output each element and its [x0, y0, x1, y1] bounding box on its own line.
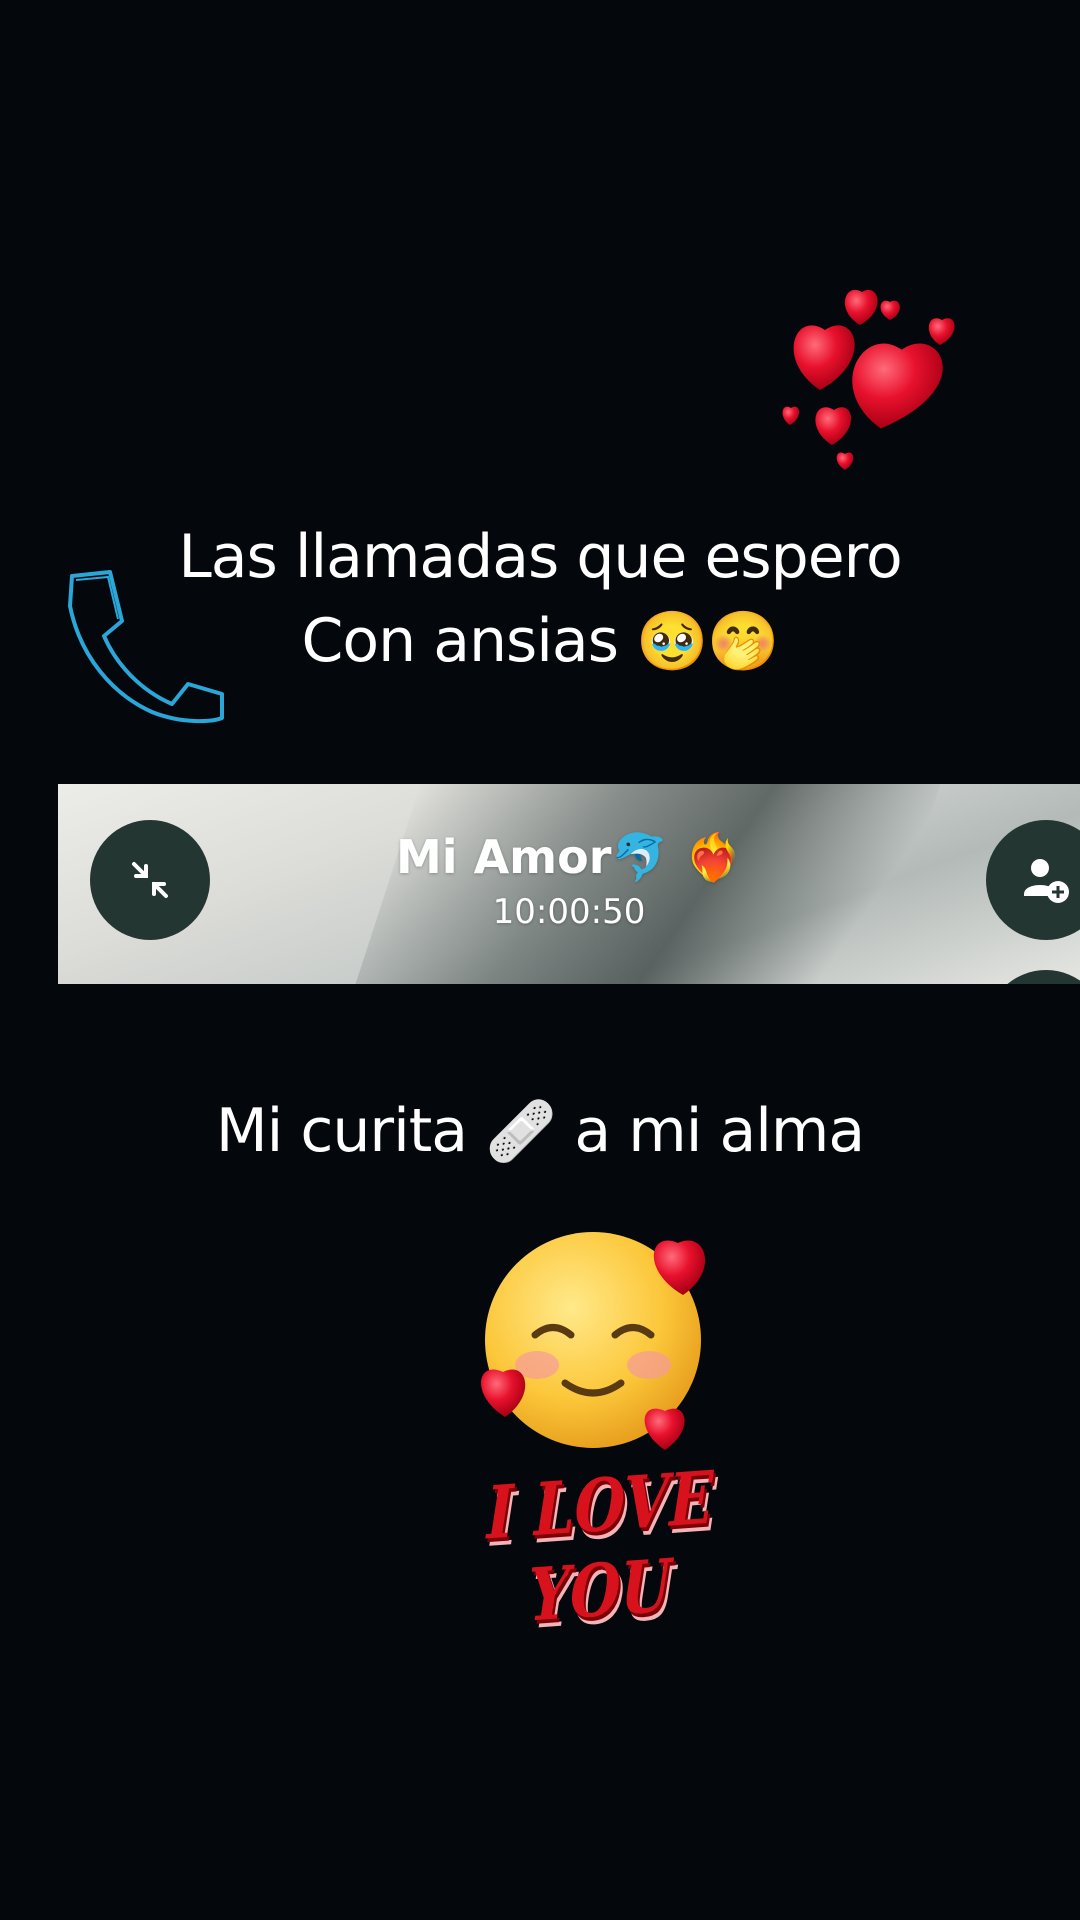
- name-emojis: 🐬 ❤️‍🔥: [611, 830, 742, 884]
- contact-name: Mi Amor🐬 ❤️‍🔥: [58, 830, 1080, 885]
- contact-name-text: Mi Amor: [396, 830, 612, 884]
- bandage-emoji: 🩹: [485, 1097, 557, 1165]
- caption-text: Las llamadas que espero: [178, 522, 902, 592]
- call-banner[interactable]: Mi Amor🐬 ❤️‍🔥 10:00:50: [58, 784, 1080, 984]
- caption-text: a mi alma: [574, 1096, 865, 1166]
- caption-text: Con ansias: [301, 606, 619, 676]
- emoji-pair: 🥹🤭: [636, 607, 779, 675]
- love-text: I LOVE YOU: [486, 1455, 714, 1638]
- caption-middle: Mi curita 🩹 a mi alma: [0, 1096, 1080, 1166]
- heart-icon: [852, 343, 943, 429]
- smiling-face-hearts-icon: [481, 1232, 706, 1450]
- hearts-sticker: [782, 289, 955, 470]
- more-button[interactable]: [986, 970, 1080, 984]
- caption-line-2: Con ansias 🥹🤭: [0, 606, 1080, 676]
- caption-line-1: Las llamadas que espero: [0, 522, 1080, 592]
- add-person-icon: [1024, 859, 1069, 903]
- caption-text: Mi curita: [215, 1096, 468, 1166]
- call-timer: 10:00:50: [492, 892, 646, 932]
